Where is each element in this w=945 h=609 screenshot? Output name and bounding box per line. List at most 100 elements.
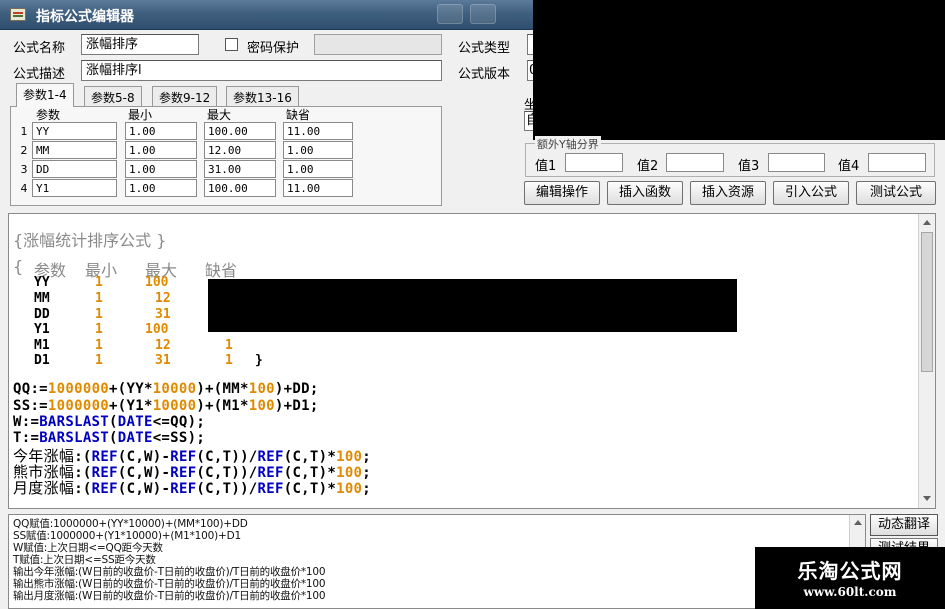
test-formula-button[interactable]: 测试公式 [856, 181, 936, 205]
editor-param-col-default: 缺省 [205, 261, 238, 280]
insert-resource-button[interactable]: 插入资源 [690, 181, 766, 205]
tab-params-13-16[interactable]: 参数13-16 [226, 86, 299, 106]
formula-name-label: 公式名称 [13, 41, 66, 56]
password-input[interactable] [314, 34, 442, 55]
param-max-input[interactable]: 100.00 [204, 122, 276, 140]
editor-param-name: DD [34, 307, 50, 322]
param-row-number: 3 [20, 163, 28, 176]
editor-param-max: 12 [155, 338, 171, 353]
code-line-qq: QQ:=1000000+(YY*10000)+(MM*100)+DD; [13, 381, 319, 397]
param-header-default: 缺省 [286, 108, 311, 122]
code-line-ss: SS:=1000000+(Y1*10000)+(M1*100)+D1; [13, 398, 319, 414]
param-header-min: 最小 [128, 108, 153, 122]
editor-param-max: 31 [155, 307, 171, 322]
dynamic-translate-button[interactable]: 动态翻译 [870, 514, 938, 536]
param-header-max: 最大 [207, 108, 232, 122]
param-min-input[interactable]: 1.00 [125, 179, 197, 197]
tab-params-9-12[interactable]: 参数9-12 [152, 86, 218, 106]
edit-operation-button[interactable]: 编辑操作 [524, 181, 600, 205]
value4-label: 值4 [838, 159, 860, 174]
password-checkbox[interactable] [225, 38, 238, 51]
editor-param-name: Y1 [34, 322, 50, 337]
output-line: W赋值:上次日期<=QQ距今天数 [13, 542, 163, 554]
tab-params-1-4[interactable]: 参数1-4 [16, 83, 74, 107]
code-line-month-gain: 月度涨幅:(REF(C,W)-REF(C,T))/REF(C,T)*100; [13, 479, 372, 497]
param-min-input[interactable]: 1.00 [125, 160, 197, 178]
output-line: T赋值:上次日期<=SS距今天数 [13, 554, 156, 566]
output-line: 输出月度涨幅:(W日前的收盘价-T日前的收盘价)/T日前的收盘价*100 [13, 590, 326, 602]
formula-version-label: 公式版本 [458, 67, 511, 82]
scroll-down-icon[interactable] [923, 496, 931, 501]
formula-editor[interactable]: {涨幅统计排序公式 } { 参数 最小 最大 缺省 YY 1 100 MM 1 … [8, 213, 936, 509]
value2-input[interactable] [666, 153, 724, 172]
watermark-url: www.60lt.com [803, 585, 897, 599]
param-max-input[interactable]: 100.00 [204, 179, 276, 197]
editor-scrollbar[interactable] [918, 214, 935, 508]
output-line: SS赋值:1000000+(Y1*10000)+(M1*100)+D1 [13, 530, 241, 542]
formula-desc-label: 公式描述 [13, 67, 66, 82]
editor-param-max: 100 [145, 275, 169, 290]
editor-comment-title: {涨幅统计排序公式 } [13, 231, 167, 250]
redacted-area [208, 279, 737, 332]
output-line: 输出今年涨幅:(W日前的收盘价-T日前的收盘价)/T日前的收盘价*100 [13, 566, 326, 578]
param-min-input[interactable]: 1.00 [125, 122, 197, 140]
axis-group-legend: 额外Y轴分界 [535, 136, 601, 152]
output-line: QQ赋值:1000000+(YY*10000)+(MM*100)+DD [13, 518, 248, 530]
formula-type-label: 公式类型 [458, 41, 511, 56]
editor-param-min: 1 [95, 291, 103, 306]
editor-param-default: 1 [225, 353, 233, 368]
param-name-input[interactable]: YY [32, 122, 117, 140]
editor-param-close-brace: } [255, 353, 263, 368]
watermark-title: 乐淘公式网 [797, 559, 903, 583]
param-default-input[interactable]: 11.00 [283, 122, 353, 140]
value1-input[interactable] [565, 153, 623, 172]
password-label: 密码保护 [247, 41, 300, 56]
editor-param-name: M1 [34, 338, 50, 353]
editor-param-name: YY [34, 275, 50, 290]
param-max-input[interactable]: 12.00 [204, 141, 276, 159]
param-name-input[interactable]: MM [32, 141, 117, 159]
value2-label: 值2 [637, 159, 659, 174]
editor-param-min: 1 [95, 307, 103, 322]
param-default-input[interactable]: 1.00 [283, 141, 353, 159]
window-title: 指标公式编辑器 [36, 9, 134, 25]
param-name-input[interactable]: Y1 [32, 179, 117, 197]
param-default-input[interactable]: 11.00 [283, 179, 353, 197]
editor-scroll-thumb[interactable] [921, 232, 933, 372]
editor-param-max: 31 [155, 353, 171, 368]
formula-name-input[interactable]: 涨幅排序 [81, 34, 199, 55]
insert-function-button[interactable]: 插入函数 [607, 181, 683, 205]
param-min-input[interactable]: 1.00 [125, 141, 197, 159]
scroll-up-icon[interactable] [854, 520, 862, 525]
editor-param-name: D1 [34, 353, 50, 368]
maximize-button[interactable] [470, 4, 496, 24]
tab-params-5-8[interactable]: 参数5-8 [84, 86, 142, 106]
editor-param-name: MM [34, 291, 50, 306]
value3-label: 值3 [738, 159, 760, 174]
formula-desc-input[interactable]: 涨幅排序l [81, 60, 442, 81]
param-max-input[interactable]: 31.00 [204, 160, 276, 178]
redacted-area [533, 0, 945, 140]
param-default-input[interactable]: 1.00 [283, 160, 353, 178]
editor-param-min: 1 [95, 353, 103, 368]
code-line-t: T:=BARSLAST(DATE<=SS); [13, 430, 206, 446]
value4-input[interactable] [868, 153, 926, 172]
app-icon [10, 8, 26, 21]
param-row-number: 4 [20, 182, 28, 195]
value3-input[interactable] [768, 153, 825, 172]
scroll-up-icon[interactable] [923, 220, 931, 225]
param-row-number: 1 [20, 125, 28, 138]
param-name-input[interactable]: DD [32, 160, 117, 178]
editor-param-open-brace: { [13, 257, 24, 276]
code-line-w: W:=BARSLAST(DATE<=QQ); [13, 414, 206, 430]
param-header-name: 参数 [36, 108, 61, 122]
import-formula-button[interactable]: 引入公式 [773, 181, 849, 205]
editor-param-max: 12 [155, 291, 171, 306]
editor-param-default: 1 [225, 338, 233, 353]
editor-param-min: 1 [95, 322, 103, 337]
editor-param-min: 1 [95, 338, 103, 353]
param-row-number: 2 [20, 144, 28, 157]
output-line: 输出熊市涨幅:(W日前的收盘价-T日前的收盘价)/T日前的收盘价*100 [13, 578, 326, 590]
minimize-button[interactable] [437, 4, 463, 24]
value1-label: 值1 [535, 159, 557, 174]
